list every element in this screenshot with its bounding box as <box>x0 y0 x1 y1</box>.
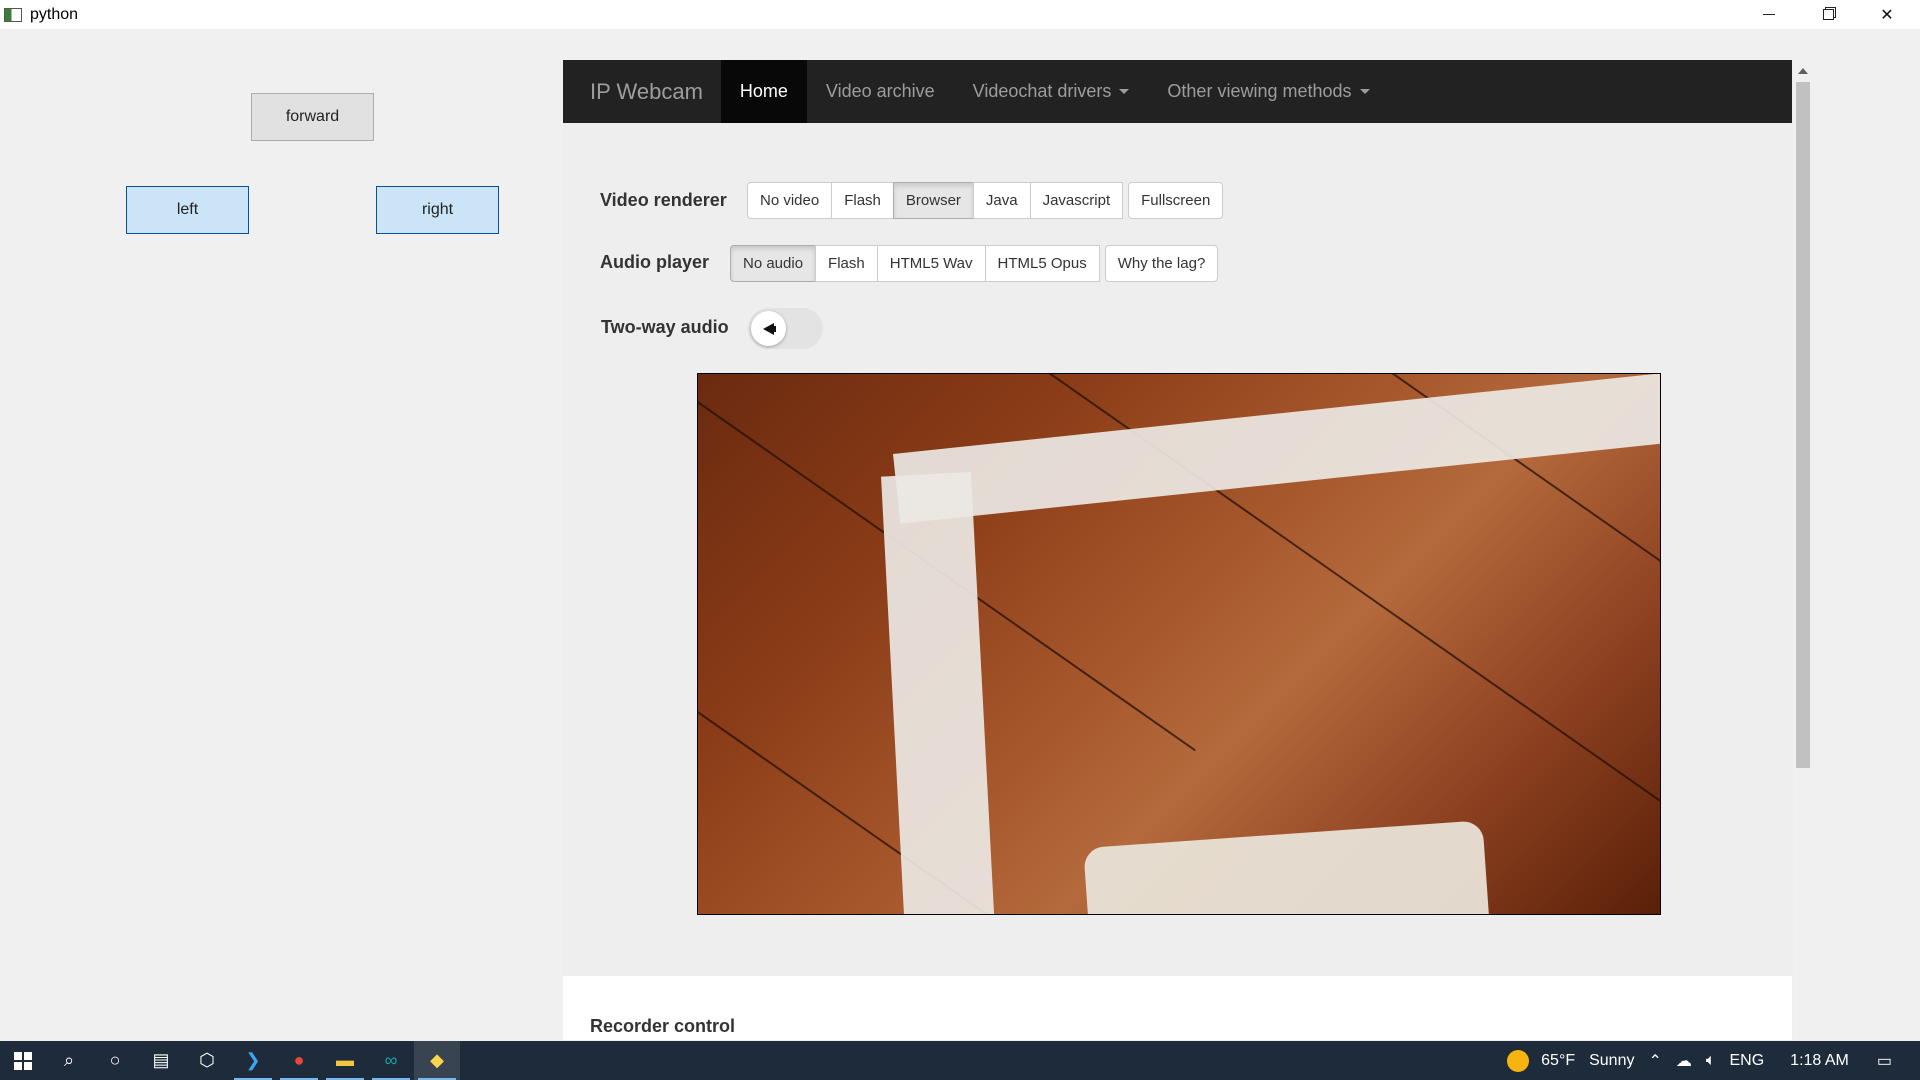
folder-icon: ▬ <box>336 1050 354 1070</box>
taskbar-app-arduino[interactable]: ∞ <box>368 1041 414 1080</box>
video-renderer-label: Video renderer <box>600 190 727 210</box>
system-tray: 65°F Sunny ⌃ ☁ 🔈︎ ENG 1:18 AM ▭ <box>1507 1041 1920 1080</box>
restore-button[interactable] <box>1799 0 1857 29</box>
audio-html5-opus[interactable]: HTML5 Opus <box>984 245 1100 282</box>
recorder-control-title: Recorder control <box>590 1016 736 1036</box>
scroll-up-icon[interactable] <box>1798 68 1808 74</box>
right-button[interactable]: right <box>376 186 499 234</box>
cortana-circle-icon: ○ <box>109 1050 121 1070</box>
toggle-knob <box>751 311 786 346</box>
search-icon: ⌕ <box>63 1050 75 1070</box>
caret-down-icon <box>1359 89 1370 94</box>
language-indicator[interactable]: ENG <box>1730 1052 1765 1070</box>
python-icon: ◆ <box>430 1050 444 1070</box>
megaphone-icon <box>763 322 776 335</box>
weather-temp[interactable]: 65°F <box>1541 1052 1575 1070</box>
two-way-audio-label: Two-way audio <box>601 317 729 337</box>
scroll-thumb[interactable] <box>1796 82 1810 768</box>
window-title: python <box>30 5 79 23</box>
tape-strip-horizontal <box>893 374 1660 524</box>
renderer-javascript[interactable]: Javascript <box>1029 182 1124 219</box>
audio-player-group: No audio Flash HTML5 Wav HTML5 Opus Why … <box>730 245 1219 282</box>
volume-icon[interactable]: 🔈︎ <box>1706 1052 1716 1070</box>
audio-player-label: Audio player <box>600 252 710 272</box>
webview-scrollbar[interactable] <box>1793 60 1813 1040</box>
taskbar: ⌕ ○ ▤ ⬡ ❯ ● ▬ ∞ ◆ 65°F Sunny ⌃ ☁ 🔈︎ ENG … <box>0 1041 1920 1080</box>
taskbar-app-file-explorer[interactable]: ▬ <box>322 1041 368 1080</box>
taskbar-app-python[interactable]: ◆ <box>414 1041 460 1080</box>
clock[interactable]: 1:18 AM <box>1790 1052 1849 1070</box>
start-button[interactable] <box>0 1041 46 1080</box>
minimize-icon <box>1763 14 1775 15</box>
left-button[interactable]: left <box>126 186 249 234</box>
why-the-lag-button[interactable]: Why the lag? <box>1104 245 1219 282</box>
robot-object <box>1083 820 1493 914</box>
chrome-icon: ● <box>293 1050 305 1070</box>
minimize-button[interactable] <box>1740 0 1798 29</box>
weather-condition[interactable]: Sunny <box>1589 1052 1634 1070</box>
forward-button[interactable]: forward <box>251 93 374 141</box>
python-app-icon <box>4 7 22 22</box>
network-icon[interactable]: ☁ <box>1676 1051 1692 1071</box>
cortana-button[interactable]: ○ <box>92 1041 138 1080</box>
two-way-audio-toggle[interactable] <box>748 308 823 349</box>
renderer-browser[interactable]: Browser <box>892 182 974 219</box>
search-button[interactable]: ⌕ <box>46 1041 92 1080</box>
video-renderer-group: No video Flash Browser Java Javascript F… <box>747 182 1224 219</box>
weather-sun-icon[interactable] <box>1507 1049 1530 1072</box>
arduino-icon: ∞ <box>384 1050 398 1070</box>
nav-other-viewing-methods[interactable]: Other viewing methods <box>1148 60 1388 123</box>
cube-icon: ⬡ <box>199 1050 215 1070</box>
show-hidden-icons-chevron-icon[interactable]: ⌃ <box>1648 1051 1661 1071</box>
vscode-icon: ❯ <box>245 1050 261 1070</box>
brand-link[interactable]: IP Webcam <box>563 60 721 123</box>
renderer-flash[interactable]: Flash <box>831 182 894 219</box>
webcam-webview: IP Webcam Home Video archive Videochat d… <box>563 60 1793 1040</box>
taskbar-app-3d[interactable]: ⬡ <box>184 1041 230 1080</box>
camera-video-feed <box>697 373 1661 915</box>
audio-no-audio[interactable]: No audio <box>730 245 817 282</box>
fullscreen-button[interactable]: Fullscreen <box>1128 182 1224 219</box>
webcam-navbar: IP Webcam Home Video archive Videochat d… <box>563 60 1792 123</box>
nav-video-archive[interactable]: Video archive <box>807 60 954 123</box>
close-button[interactable]: ✕ <box>1858 0 1916 29</box>
task-view-button[interactable]: ▤ <box>138 1041 184 1080</box>
recorder-panel: Recorder control <box>563 976 1792 1040</box>
window-titlebar: python ✕ <box>0 0 1920 29</box>
nav-home[interactable]: Home <box>720 60 807 123</box>
windows-logo-icon <box>14 1051 32 1070</box>
caret-down-icon <box>1119 89 1130 94</box>
nav-videochat-drivers[interactable]: Videochat drivers <box>954 60 1149 123</box>
taskbar-app-vscode[interactable]: ❯ <box>230 1041 276 1080</box>
close-icon: ✕ <box>1880 6 1894 24</box>
renderer-java[interactable]: Java <box>972 182 1031 219</box>
renderer-no-video[interactable]: No video <box>747 182 833 219</box>
notifications-icon[interactable]: ▭ <box>1877 1051 1892 1071</box>
restore-icon <box>1822 9 1834 20</box>
audio-html5-wav[interactable]: HTML5 Wav <box>876 245 986 282</box>
audio-flash[interactable]: Flash <box>815 245 878 282</box>
taskbar-app-chrome[interactable]: ● <box>276 1041 322 1080</box>
task-view-icon: ▤ <box>152 1050 170 1070</box>
tape-strip-vertical <box>881 471 995 914</box>
